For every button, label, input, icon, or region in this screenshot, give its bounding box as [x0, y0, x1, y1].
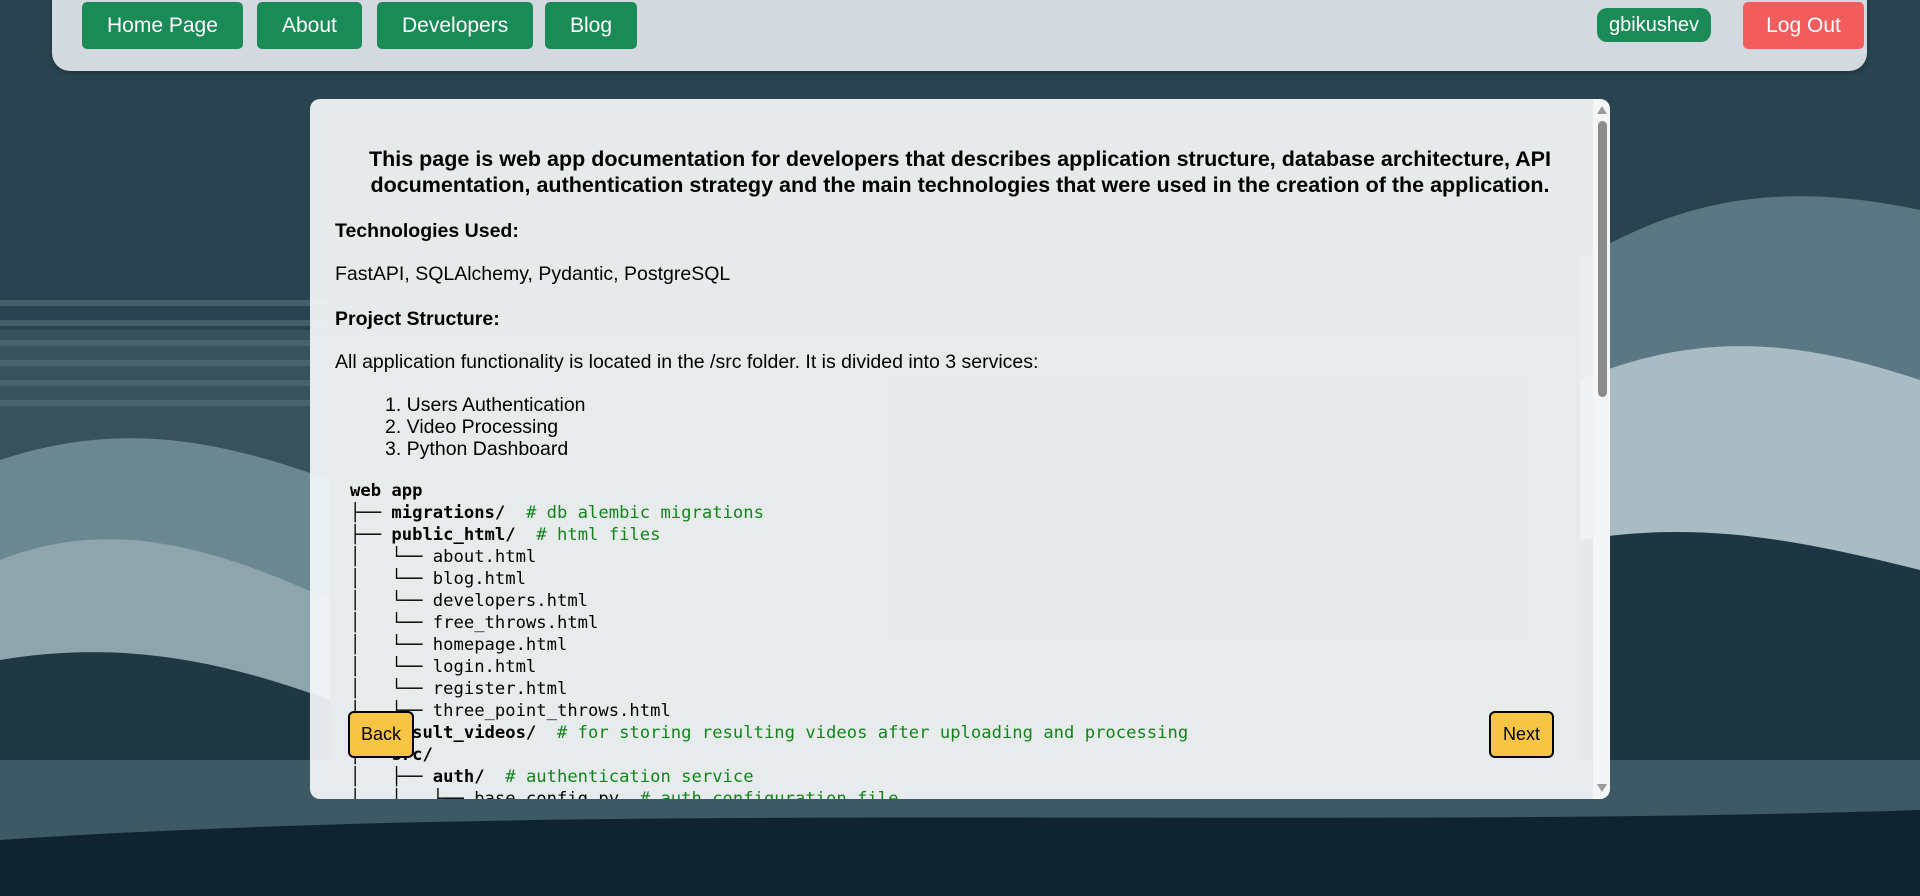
- tree-file: base_config.py: [474, 789, 620, 799]
- nav-blog-button[interactable]: Blog: [545, 2, 638, 49]
- tree-file: register.html: [432, 679, 568, 699]
- tree-comment: # authentication service: [505, 767, 754, 787]
- tree-comment: # auth configuration file: [639, 789, 899, 799]
- intro-text: This page is web app documentation for d…: [369, 147, 1551, 197]
- tree-file: homepage.html: [432, 635, 568, 655]
- nav-home-button[interactable]: Home Page: [82, 2, 243, 49]
- tree-file: blog.html: [432, 569, 526, 589]
- list-item: 1. Users Authentication: [385, 394, 586, 416]
- tree-migrations: migrations/: [391, 503, 506, 523]
- project-tree: web app ├── migrations/ # db alembic mig…: [350, 480, 1585, 799]
- technologies-list: FastAPI, SQLAlchemy, Pydantic, PostgreSQ…: [335, 263, 731, 285]
- tree-public-html: public_html/: [391, 525, 516, 545]
- tree-comment: # html files: [536, 525, 661, 545]
- tree-file: free_throws.html: [432, 613, 599, 633]
- technologies-heading: Technologies Used:: [335, 220, 519, 242]
- list-item: 2. Video Processing: [385, 416, 559, 438]
- list-item: 3. Python Dashboard: [385, 438, 569, 460]
- back-button[interactable]: Back: [348, 711, 414, 758]
- vertical-scrollbar[interactable]: [1593, 99, 1610, 799]
- scroll-up-arrow-icon[interactable]: [1597, 106, 1607, 114]
- structure-description: All application functionality is located…: [335, 351, 1039, 373]
- scroll-thumb[interactable]: [1598, 121, 1607, 397]
- nav-about-button[interactable]: About: [257, 2, 362, 49]
- logout-button[interactable]: Log Out: [1743, 2, 1864, 49]
- tree-auth: auth/: [432, 767, 485, 787]
- tree-comment: # for storing resulting videos after upl…: [556, 723, 1189, 743]
- structure-heading: Project Structure:: [335, 308, 500, 330]
- username-badge[interactable]: gbikushev: [1597, 8, 1712, 42]
- scroll-down-arrow-icon[interactable]: [1597, 784, 1607, 792]
- services-list: 1. Users Authentication 2. Video Process…: [335, 394, 1585, 460]
- next-button[interactable]: Next: [1489, 711, 1554, 758]
- documentation-content: This page is web app documentation for d…: [335, 99, 1585, 799]
- top-navbar: Home Page About Developers Blog gbikushe…: [52, 0, 1867, 71]
- tree-file: login.html: [432, 657, 537, 677]
- nav-developers-button[interactable]: Developers: [377, 2, 534, 49]
- tree-file: about.html: [432, 547, 537, 567]
- tree-file: developers.html: [432, 591, 589, 611]
- tree-comment: # db alembic migrations: [525, 503, 764, 523]
- documentation-panel[interactable]: This page is web app documentation for d…: [310, 99, 1610, 799]
- tree-root: web app: [350, 481, 423, 501]
- tree-file: three_point_throws.html: [432, 701, 671, 721]
